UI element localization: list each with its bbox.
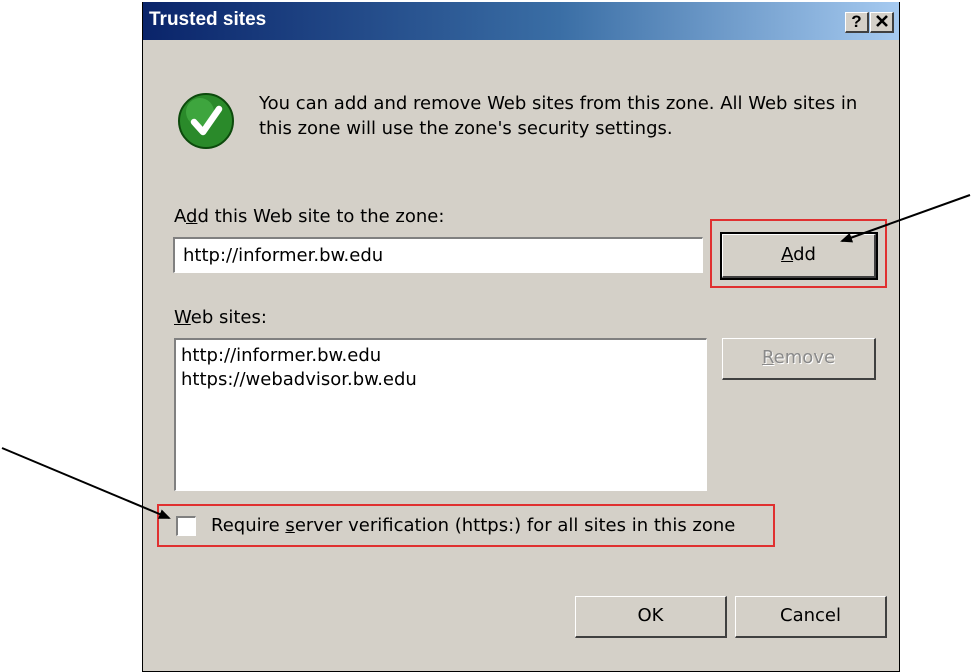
ok-button[interactable]: OK: [575, 596, 727, 638]
list-item[interactable]: https://webadvisor.bw.edu: [181, 368, 701, 392]
title-bar: Trusted sites ?: [143, 2, 899, 40]
trusted-sites-dialog: Trusted sites ? You can add and remove W…: [142, 2, 900, 672]
close-button[interactable]: [870, 12, 894, 33]
list-item[interactable]: http://informer.bw.edu: [181, 344, 701, 368]
remove-button[interactable]: Remove: [722, 338, 876, 380]
web-sites-list[interactable]: http://informer.bw.edu https://webadviso…: [174, 338, 707, 491]
dialog-title: Trusted sites: [149, 9, 267, 30]
require-verification-label[interactable]: Require server verification (https:) for…: [211, 515, 735, 536]
close-icon: [875, 15, 888, 27]
add-site-input[interactable]: [173, 237, 703, 273]
check-circle-icon: [178, 93, 234, 149]
add-button[interactable]: Add: [720, 232, 878, 280]
require-verification-checkbox[interactable]: [176, 516, 196, 536]
web-sites-label: Web sites:: [174, 307, 267, 328]
help-button[interactable]: ?: [845, 12, 869, 33]
cancel-button[interactable]: Cancel: [735, 596, 887, 638]
add-site-label: Add this Web site to the zone:: [174, 206, 445, 227]
zone-description: You can add and remove Web sites from th…: [259, 93, 858, 139]
